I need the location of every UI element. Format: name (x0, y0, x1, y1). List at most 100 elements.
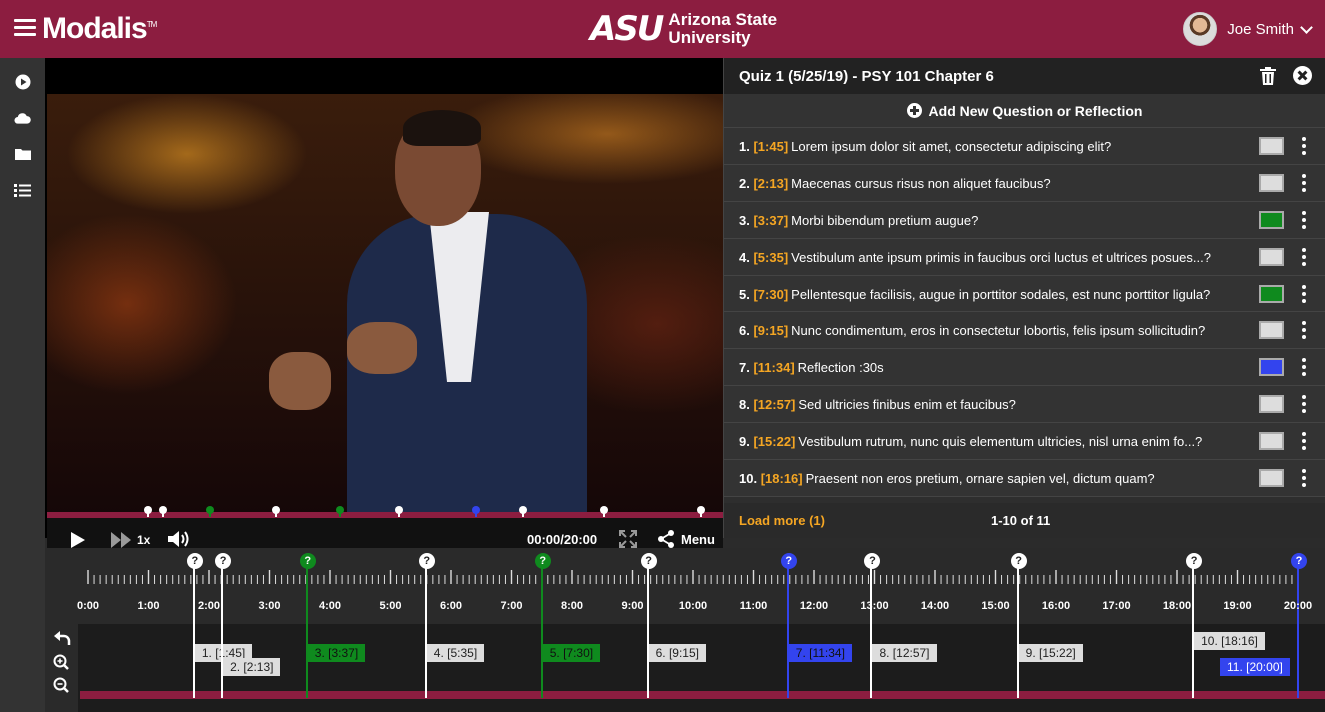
timeline-marker-label[interactable]: 7. [11:34] (788, 644, 852, 662)
question-row[interactable]: 6. [9:15] Nunc condimentum, eros in conse… (724, 312, 1325, 350)
question-row[interactable]: 1. [1:45] Lorem ipsum dolor sit amet, con… (724, 128, 1325, 165)
question-color-swatch[interactable] (1259, 469, 1284, 488)
add-question-button[interactable]: Add New Question or Reflection (724, 94, 1325, 128)
question-row[interactable]: 9. [15:22] Vestibulum rutrum, nunc quis e… (724, 423, 1325, 461)
question-pin-icon[interactable]: ? (1186, 553, 1203, 569)
timeline-marker-line[interactable] (540, 558, 543, 698)
question-pin-icon[interactable]: ? (215, 553, 232, 569)
timeline-marker-line[interactable] (786, 558, 789, 698)
question-color-swatch[interactable] (1259, 173, 1284, 192)
question-pin-icon[interactable]: ? (186, 553, 203, 569)
timeline-marker-label[interactable]: 5. [7:30] (542, 644, 601, 662)
add-question-label: Add New Question or Reflection (928, 102, 1143, 119)
more-options-icon[interactable] (1302, 395, 1306, 414)
zoom-out-icon[interactable] (53, 677, 71, 693)
app-logo[interactable]: ModalisTM (42, 12, 157, 46)
timeline-marker-label[interactable]: 11. [20:00] (1220, 658, 1290, 676)
close-icon[interactable] (1293, 66, 1312, 85)
question-row[interactable]: 3. [3:37] Morbi bibendum pretium augue? (724, 201, 1325, 239)
question-row[interactable]: 10. [18:16] Praesent non eros pretium, or… (724, 460, 1325, 497)
video-frame[interactable] (47, 94, 723, 514)
timeline-marker-line[interactable] (221, 558, 224, 698)
question-pin-icon[interactable]: ? (534, 553, 551, 569)
timeline-ruler[interactable] (45, 548, 1325, 624)
more-options-icon[interactable] (1302, 247, 1306, 266)
undo-icon[interactable] (53, 630, 71, 646)
play-button[interactable] (71, 532, 85, 548)
timeline-time-label: 17:00 (1102, 600, 1131, 612)
timeline-marker-line[interactable] (424, 558, 427, 698)
timeline-marker-label[interactable]: 3. [3:37] (307, 644, 366, 662)
progress-marker[interactable] (696, 506, 705, 517)
question-number: 6. (739, 323, 750, 339)
timeline-marker-line[interactable] (1297, 558, 1299, 698)
question-color-swatch[interactable] (1259, 432, 1284, 451)
load-more-link[interactable]: Load more (1) (739, 513, 825, 528)
more-options-icon[interactable] (1302, 469, 1306, 488)
question-pin-icon[interactable]: ? (1291, 553, 1307, 569)
timeline-marker-label[interactable]: 10. [18:16] (1194, 632, 1265, 650)
question-row[interactable]: 2. [2:13] Maecenas cursus risus non aliqu… (724, 164, 1325, 202)
timeline-marker-line[interactable] (870, 558, 873, 698)
cloud-icon[interactable] (14, 110, 31, 126)
more-options-icon[interactable] (1302, 210, 1306, 229)
folder-icon[interactable] (14, 146, 31, 162)
question-row[interactable]: 5. [7:30] Pellentesque facilisis, augue i… (724, 275, 1325, 313)
timeline-marker-label[interactable]: 4. [5:35] (426, 644, 485, 662)
question-color-swatch[interactable] (1259, 284, 1284, 303)
question-pin-icon[interactable]: ? (418, 553, 435, 569)
question-row[interactable]: 8. [12:57] Sed ultricies finibus enim et … (724, 386, 1325, 424)
question-color-swatch[interactable] (1259, 137, 1284, 155)
timeline-marker-line[interactable] (1016, 558, 1019, 698)
progress-marker[interactable] (143, 506, 152, 517)
question-row[interactable]: 7. [11:34] Reflection :30s (724, 349, 1325, 387)
trash-icon[interactable] (1260, 67, 1276, 85)
question-color-swatch[interactable] (1259, 321, 1284, 340)
plus-circle-icon (906, 103, 922, 118)
question-pin-icon[interactable]: ? (1010, 553, 1027, 569)
timeline-time-label: 9:00 (621, 600, 644, 612)
question-pin-icon[interactable]: ? (640, 553, 657, 569)
question-color-swatch[interactable] (1259, 358, 1284, 377)
volume-icon[interactable] (168, 530, 194, 548)
timeline-marker-label[interactable]: 6. [9:15] (648, 644, 706, 662)
question-row[interactable]: 4. [5:35] Vestibulum ante ipsum primis in… (724, 238, 1325, 276)
zoom-in-icon[interactable] (53, 654, 71, 670)
question-text: Sed ultricies finibus enim et faucibus? (798, 397, 1016, 413)
question-time: [5:35] (753, 249, 789, 265)
list-icon[interactable] (14, 182, 31, 198)
question-pin-icon[interactable]: ? (299, 553, 316, 569)
more-options-icon[interactable] (1302, 284, 1306, 303)
play-icon[interactable] (14, 74, 31, 90)
timeline-marker-label[interactable]: 9. [15:22] (1018, 644, 1083, 662)
question-color-swatch[interactable] (1259, 247, 1284, 266)
video-player: 1x 00:00/20:00 Menu (45, 58, 763, 560)
playback-speed[interactable]: 1x (137, 533, 150, 547)
progress-marker[interactable] (272, 506, 281, 517)
progress-marker[interactable] (518, 506, 527, 517)
question-pin-icon[interactable]: ? (864, 553, 881, 569)
hamburger-menu-icon[interactable] (14, 19, 36, 37)
more-options-icon[interactable] (1302, 358, 1306, 377)
timeline-marker-label[interactable]: 2. [2:13] (223, 658, 281, 676)
timeline-marker-line[interactable] (1192, 558, 1195, 698)
timeline-time-label: 16:00 (1041, 600, 1071, 612)
timeline-marker-line[interactable] (646, 558, 649, 698)
fullscreen-icon[interactable] (619, 530, 637, 548)
user-menu[interactable]: Joe Smith (1183, 12, 1313, 46)
question-color-swatch[interactable] (1259, 210, 1284, 229)
more-options-icon[interactable] (1302, 173, 1306, 192)
timeline-marker-line[interactable] (192, 558, 195, 698)
more-options-icon[interactable] (1302, 137, 1306, 155)
fast-forward-icon[interactable] (111, 532, 133, 548)
progress-marker[interactable] (599, 506, 608, 517)
timeline-marker-line[interactable] (305, 558, 308, 698)
progress-marker[interactable] (394, 506, 403, 517)
question-pin-icon[interactable]: ? (780, 553, 797, 569)
more-options-icon[interactable] (1302, 432, 1306, 451)
timeline-marker-label[interactable]: 8. [12:57] (872, 644, 937, 662)
question-color-swatch[interactable] (1259, 395, 1284, 414)
more-options-icon[interactable] (1302, 321, 1306, 340)
share-icon[interactable] (657, 530, 675, 548)
player-menu-button[interactable]: Menu (681, 532, 715, 547)
